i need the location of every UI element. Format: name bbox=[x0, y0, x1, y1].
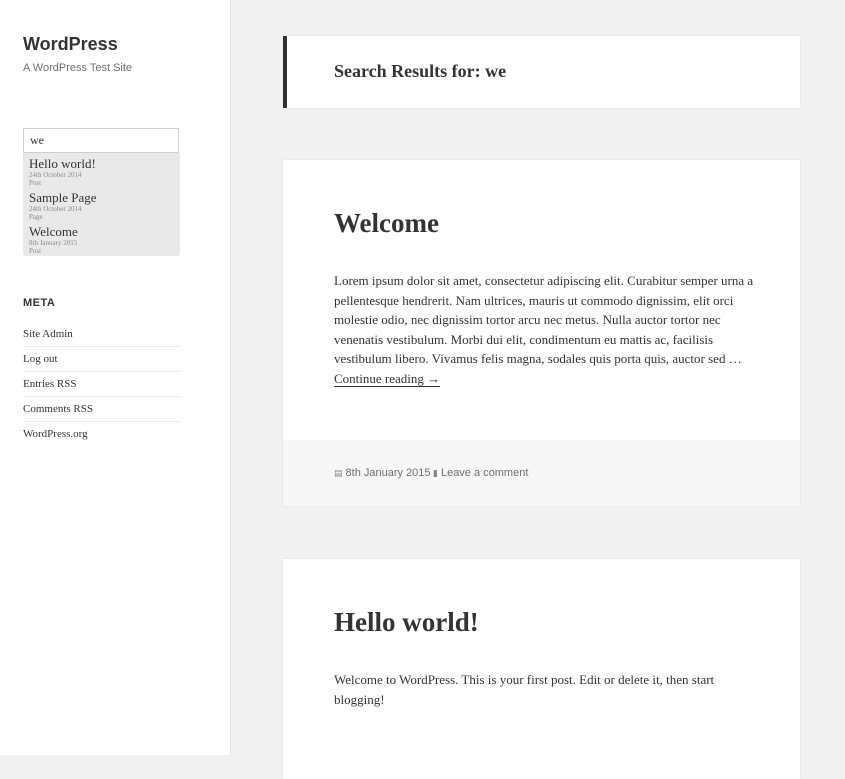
wordpress-org-link[interactable]: WordPress.org bbox=[23, 428, 88, 440]
post-title-link[interactable]: Welcome bbox=[334, 208, 439, 239]
continue-reading-link[interactable]: Continue reading → bbox=[334, 370, 441, 387]
calendar-icon: ▤ bbox=[334, 468, 343, 478]
post-excerpt: Lorem ipsum dolor sit amet, consectetur … bbox=[334, 271, 754, 388]
suggestion-date: 24th October 2014 bbox=[29, 205, 82, 213]
post-date: ▤ 8th January 2015 bbox=[334, 467, 431, 479]
meta-link-item: WordPress.org bbox=[23, 422, 180, 447]
suggestion-type: Page bbox=[29, 213, 43, 221]
site-title[interactable]: WordPress bbox=[23, 34, 118, 55]
log-out-link[interactable]: Log out bbox=[23, 353, 58, 365]
suggestion-type: Post bbox=[29, 179, 42, 187]
suggestion-item[interactable]: Hello world! 24th October 2014 Post bbox=[29, 156, 174, 187]
suggestion-title: Sample Page bbox=[29, 190, 97, 205]
sidebar: WordPress A WordPress Test Site we Hello… bbox=[0, 0, 231, 755]
leave-comment-link[interactable]: Leave a comment bbox=[441, 467, 528, 479]
post-date-link[interactable]: 8th January 2015 bbox=[346, 467, 431, 479]
post-card: Welcome Lorem ipsum dolor sit amet, cons… bbox=[283, 160, 800, 506]
post-card: Hello world! Welcome to WordPress. This … bbox=[283, 559, 800, 779]
meta-link-item: Log out bbox=[23, 347, 180, 372]
page-header: Search Results for: we bbox=[283, 36, 800, 108]
suggestion-title: Hello world! bbox=[29, 156, 96, 171]
search-input[interactable]: we bbox=[23, 128, 179, 153]
post-comments: ▮ Leave a comment bbox=[433, 467, 528, 479]
suggestion-date: 24th October 2014 bbox=[29, 171, 82, 179]
suggestion-title: Welcome bbox=[29, 224, 78, 239]
post-footer: ▤ 8th January 2015 ▮ Leave a comment bbox=[283, 440, 800, 506]
comment-icon: ▮ bbox=[433, 468, 438, 478]
site-admin-link[interactable]: Site Admin bbox=[23, 328, 73, 340]
suggestion-item[interactable]: Sample Page 24th October 2014 Page bbox=[29, 190, 174, 221]
suggestion-type: Post bbox=[29, 247, 42, 255]
search-suggestions: Hello world! 24th October 2014 Post Samp… bbox=[23, 153, 180, 256]
entries-rss-link[interactable]: Entries RSS bbox=[23, 378, 76, 390]
suggestion-item[interactable]: Welcome 8th January 2015 Post bbox=[29, 224, 174, 255]
meta-link-item: Site Admin bbox=[23, 322, 180, 347]
suggestion-date: 8th January 2015 bbox=[29, 239, 78, 247]
page-title: Search Results for: we bbox=[334, 61, 507, 81]
meta-widget-title: META bbox=[23, 297, 56, 309]
meta-links: Site Admin Log out Entries RSS Comments … bbox=[23, 322, 180, 447]
excerpt-text: Lorem ipsum dolor sit amet, consectetur … bbox=[334, 273, 754, 366]
post-title-link[interactable]: Hello world! bbox=[334, 607, 479, 638]
excerpt-text: Welcome to WordPress. This is your first… bbox=[334, 672, 715, 707]
meta-link-item: Entries RSS bbox=[23, 372, 180, 397]
meta-link-item: Comments RSS bbox=[23, 397, 180, 422]
post-excerpt: Welcome to WordPress. This is your first… bbox=[334, 670, 752, 709]
comments-rss-link[interactable]: Comments RSS bbox=[23, 403, 93, 415]
site-description: A WordPress Test Site bbox=[23, 62, 133, 74]
